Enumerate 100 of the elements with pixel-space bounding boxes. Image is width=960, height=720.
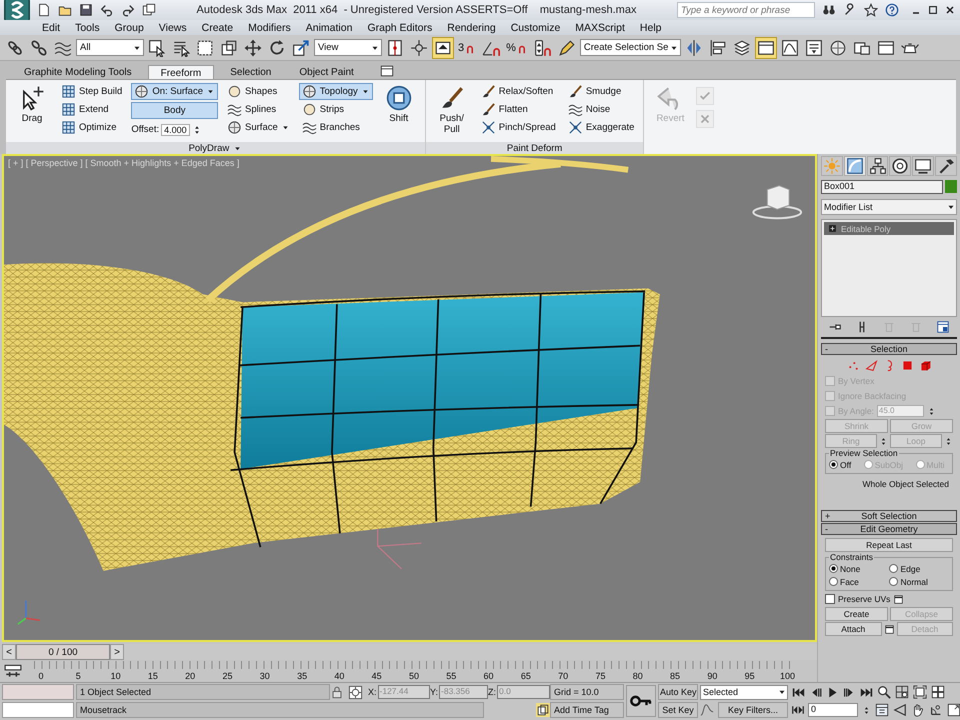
radio-button[interactable]	[889, 564, 898, 573]
tool-button[interactable]: Push/ Pull	[432, 83, 472, 137]
tool-button[interactable]: Topology	[298, 83, 373, 100]
auto-key-button[interactable]: Auto Key	[658, 684, 698, 700]
panel-button[interactable]: Attach	[825, 622, 882, 636]
menu-item[interactable]: Create	[202, 22, 234, 34]
radio-button[interactable]	[889, 577, 898, 586]
menu-item[interactable]: Edit	[42, 22, 60, 34]
ribbon-tab[interactable]: Graphite Modeling Tools	[12, 65, 144, 79]
binoculars-icon[interactable]	[822, 3, 836, 17]
panel-button[interactable]: Create	[825, 607, 888, 621]
view-cube-icon[interactable]	[752, 185, 802, 220]
settings-icon[interactable]	[884, 624, 894, 634]
time-tag-icon[interactable]	[536, 703, 550, 717]
tool-button[interactable]: Shift	[378, 83, 419, 126]
panel-button[interactable]: Repeat Last	[825, 538, 953, 552]
next-frame-button[interactable]: >	[110, 644, 124, 660]
key-mode-icon[interactable]	[792, 704, 804, 716]
tool-button[interactable]: Exaggerate	[564, 119, 638, 136]
tool-button[interactable]: On: Surface	[131, 83, 218, 100]
key-filters-button[interactable]: Key Filters...	[718, 702, 788, 718]
menu-item[interactable]: Animation	[306, 22, 352, 34]
edge-icon[interactable]	[864, 359, 878, 372]
ribbon-tab[interactable]: Freeform	[148, 65, 214, 79]
radio-button[interactable]	[829, 460, 838, 469]
radio-label[interactable]: Off	[840, 460, 852, 470]
tool-button[interactable]: Flatten	[478, 101, 559, 118]
tool-button[interactable]: Pinch/Spread	[478, 119, 559, 136]
configure-icon[interactable]	[936, 320, 950, 334]
undo-icon[interactable]	[100, 3, 114, 17]
search-field[interactable]: Type a keyword or phrase	[677, 2, 815, 18]
maximize-viewport-icon[interactable]	[947, 703, 960, 717]
dropdown[interactable]: View	[314, 39, 382, 56]
radio-label[interactable]: Face	[840, 576, 859, 586]
dots-icon[interactable]	[846, 359, 860, 372]
snap-button[interactable]: %	[504, 36, 530, 58]
tool-button[interactable]: Shapes	[224, 83, 293, 100]
polygon-icon[interactable]	[900, 359, 914, 372]
star-icon[interactable]	[864, 3, 878, 17]
help-icon[interactable]	[885, 3, 899, 17]
object-color-swatch[interactable]	[945, 180, 957, 193]
time-configuration-icon[interactable]	[875, 703, 889, 717]
app-logo-icon[interactable]	[4, 0, 30, 23]
tool-button[interactable]: Noise	[564, 101, 638, 118]
menu-item[interactable]: Views	[158, 22, 187, 34]
radio-label[interactable]: Edge	[900, 564, 920, 574]
snap-button[interactable]: 3	[456, 36, 478, 58]
project-folder-icon[interactable]	[142, 3, 156, 17]
checkbox[interactable]	[825, 594, 835, 604]
listener-field[interactable]	[2, 702, 74, 718]
set-key-mode-button[interactable]: Set Key	[658, 702, 698, 718]
rollout-header[interactable]: - Selection	[821, 343, 957, 355]
spinner-icon[interactable]	[862, 706, 871, 714]
time-tag-field[interactable]: Add Time Tag	[550, 702, 624, 718]
menu-item[interactable]: MAXScript	[575, 22, 625, 34]
rollout-header[interactable]: + Soft Selection	[821, 510, 957, 522]
menu-item[interactable]: Rendering	[447, 22, 496, 34]
radio-label[interactable]: Normal	[900, 576, 928, 586]
set-key-button[interactable]	[626, 685, 656, 717]
zoom-extents-all-icon[interactable]	[931, 685, 945, 699]
zoom-extents-icon[interactable]	[913, 685, 927, 699]
settings-icon[interactable]	[893, 594, 904, 604]
tool-button[interactable]: Extend	[58, 101, 126, 118]
modifier-list-dropdown[interactable]: Modifier List	[821, 199, 957, 215]
redo-icon[interactable]	[121, 3, 135, 17]
dropdown[interactable]: Create Selection Se	[580, 39, 681, 56]
hierarchy-tab[interactable]	[866, 156, 888, 176]
tool-button[interactable]: Step Build	[58, 83, 126, 100]
go-to-end-icon[interactable]	[860, 686, 873, 698]
object-name-field[interactable]: Box001	[821, 180, 943, 194]
tool-button[interactable]: Smudge	[564, 83, 638, 100]
timeline-ruler[interactable]: 0 5 10 15 20 25 30 35 40 45 50 55 60 65 70 75 80 85 90 95 100	[34, 661, 794, 681]
ribbon-toggle-button[interactable]	[754, 36, 777, 58]
lock-icon[interactable]	[330, 685, 344, 699]
tool-button[interactable]: Strips	[298, 101, 373, 118]
offset-field[interactable]: 4.000	[161, 124, 190, 136]
key-mode-dropdown[interactable]: Selected	[700, 684, 788, 700]
checkbox-label[interactable]: Preserve UVs	[838, 594, 890, 604]
tool-button[interactable]: Branches	[298, 119, 373, 136]
utilities-tab[interactable]	[935, 156, 957, 176]
ribbon-minimize-icon[interactable]	[380, 64, 394, 78]
radio-button[interactable]	[829, 564, 838, 573]
close-icon[interactable]	[944, 4, 956, 16]
save-icon[interactable]	[79, 3, 93, 17]
panel-title[interactable]: PolyDraw	[6, 142, 425, 154]
cube-icon[interactable]	[918, 359, 932, 372]
pan-icon[interactable]	[911, 703, 925, 717]
menu-item[interactable]: Help	[640, 22, 662, 34]
transform-mode-icon[interactable]	[348, 684, 363, 700]
tool-button[interactable]: Surface	[224, 119, 293, 136]
menu-item[interactable]: Modifiers	[248, 22, 291, 34]
orbit-icon[interactable]	[929, 703, 943, 717]
target-field[interactable]: Body	[131, 102, 218, 119]
previous-frame-button[interactable]: <	[2, 644, 16, 660]
menu-item[interactable]: Tools	[75, 22, 100, 34]
keyboard-override-button[interactable]	[432, 36, 454, 58]
new-file-icon[interactable]	[37, 3, 51, 17]
ribbon-tab[interactable]: Object Paint	[287, 65, 366, 79]
panel-title[interactable]: Paint Deform	[426, 142, 644, 154]
field-of-view-icon[interactable]	[893, 703, 907, 717]
